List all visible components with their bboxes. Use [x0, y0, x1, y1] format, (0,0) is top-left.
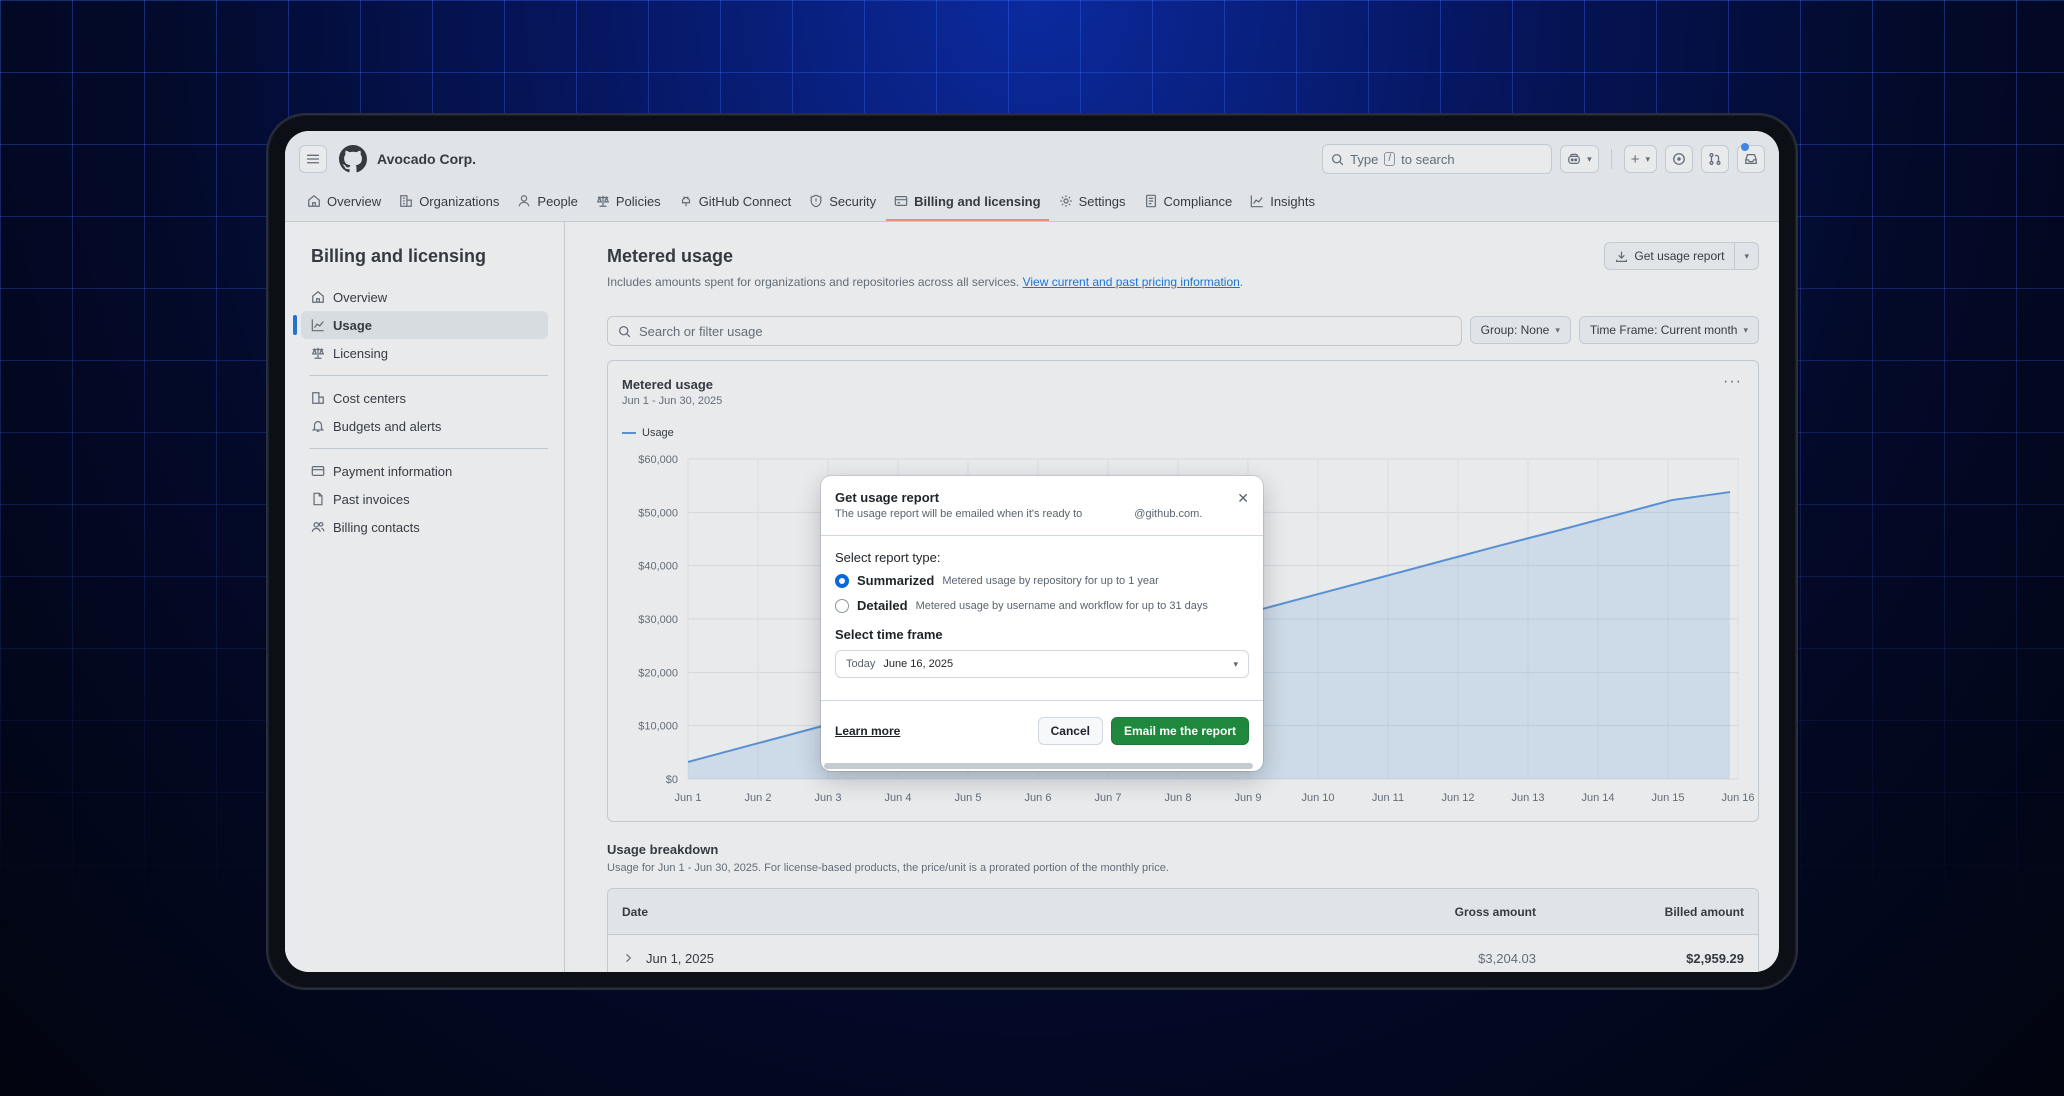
- close-icon[interactable]: ✕: [1237, 490, 1249, 507]
- horizontal-scrollbar[interactable]: [824, 763, 1253, 769]
- learn-more-link[interactable]: Learn more: [835, 724, 900, 738]
- timeframe-label: Select time frame: [835, 627, 943, 642]
- dialog-title: Get usage report: [835, 490, 940, 505]
- desc-text: The usage report will be emailed when it…: [835, 508, 1083, 520]
- radio-selected[interactable]: [835, 573, 849, 588]
- app-screen: Avocado Corp. Type / to search ▾ + ▾ Ove…: [285, 131, 1779, 972]
- option-title: Detailed: [857, 598, 908, 613]
- report-option-detailed[interactable]: Detailed Metered usage by username and w…: [835, 598, 1249, 613]
- timeframe-dropdown[interactable]: Today June 16, 2025 ▾: [835, 650, 1249, 678]
- email-report-button[interactable]: Email me the report: [1110, 716, 1249, 745]
- chevron-down-icon: ▾: [1233, 658, 1238, 669]
- option-desc: Metered usage by repository for up to 1 …: [942, 574, 1159, 587]
- timeframe-tag: Today: [846, 658, 876, 670]
- dialog-description: The usage report will be emailed when it…: [835, 508, 1249, 520]
- timeframe-value: June 16, 2025: [883, 658, 954, 670]
- report-type-label: Select report type:: [835, 550, 941, 565]
- desc-email-domain: @github.com.: [1134, 508, 1203, 520]
- option-desc: Metered usage by username and workflow f…: [915, 599, 1208, 612]
- usage-report-dialog: Get usage report The usage report will b…: [821, 476, 1263, 771]
- report-option-summarized[interactable]: Summarized Metered usage by repository f…: [835, 573, 1249, 588]
- option-title: Summarized: [857, 573, 935, 588]
- radio-unselected[interactable]: [835, 598, 849, 613]
- cancel-button[interactable]: Cancel: [1037, 716, 1103, 745]
